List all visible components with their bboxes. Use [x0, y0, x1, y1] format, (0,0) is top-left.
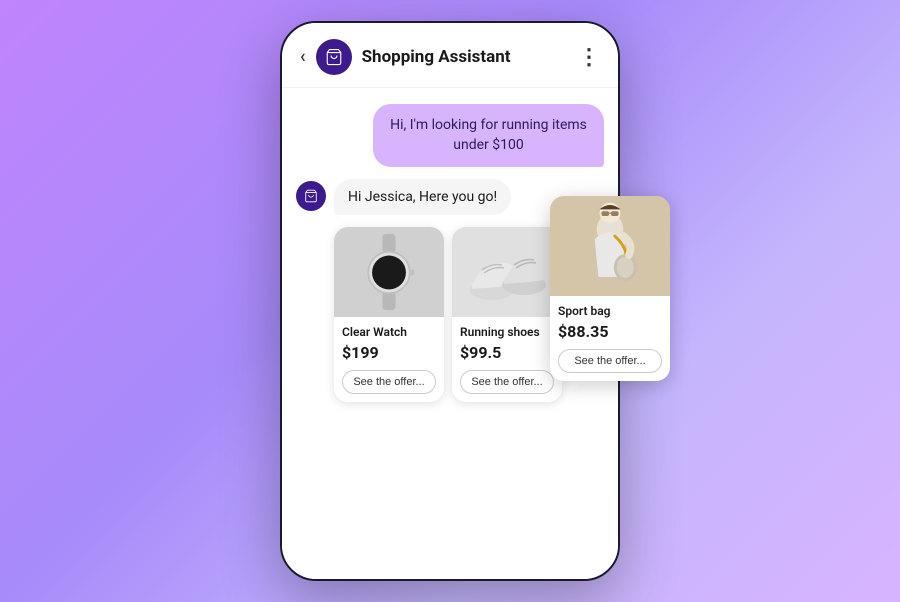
cart-icon [325, 48, 343, 66]
watch-price: $199 [342, 343, 436, 362]
bot-greeting-bubble: Hi Jessica, Here you go! [334, 179, 511, 215]
shoes-offer-button[interactable]: See the offer... [460, 370, 554, 394]
shoes-image [452, 227, 562, 317]
floating-product-card: Sport bag $88.35 See the offer... [550, 196, 670, 381]
person-illustration [570, 196, 650, 296]
watch-image [334, 227, 444, 317]
assistant-avatar [316, 39, 352, 75]
more-options-button[interactable]: ⋮ [578, 45, 600, 70]
product-card-watch: Clear Watch $199 See the offer... [334, 227, 444, 402]
sport-bag-name: Sport bag [558, 304, 662, 318]
bot-avatar [296, 181, 326, 211]
shoes-illustration [462, 235, 552, 310]
header-title: Shopping Assistant [362, 47, 568, 67]
watch-name: Clear Watch [342, 325, 436, 339]
chat-header: ‹ Shopping Assistant ⋮ [282, 23, 618, 88]
watch-product-info: Clear Watch $199 See the offer... [334, 317, 444, 402]
shoes-product-info: Running shoes $99.5 See the offer... [452, 317, 562, 402]
bot-cart-icon [304, 189, 318, 203]
watch-illustration [354, 232, 424, 312]
back-button[interactable]: ‹ [300, 48, 306, 66]
phone-wrapper: ‹ Shopping Assistant ⋮ Hi, I'm looking f… [240, 16, 660, 586]
watch-offer-button[interactable]: See the offer... [342, 370, 436, 394]
sport-bag-image [550, 196, 670, 296]
sport-bag-offer-button[interactable]: See the offer... [558, 349, 662, 373]
sport-bag-info: Sport bag $88.35 See the offer... [550, 296, 670, 381]
sport-bag-price: $88.35 [558, 322, 662, 341]
shoes-name: Running shoes [460, 325, 554, 339]
user-message-bubble: Hi, I'm looking for running items under … [373, 104, 604, 167]
shoes-price: $99.5 [460, 343, 554, 362]
product-card-shoes: Running shoes $99.5 See the offer... [452, 227, 562, 402]
